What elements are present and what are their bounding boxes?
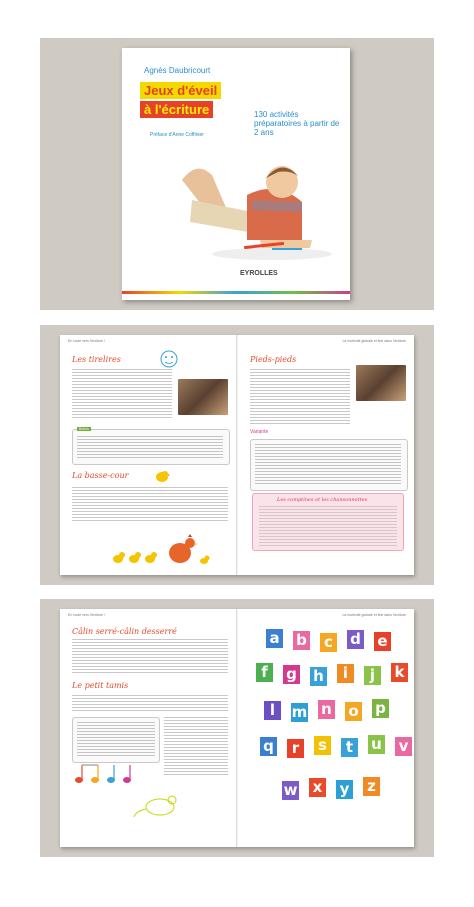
music-notes-illustration (75, 764, 131, 783)
spread2-right-page: La motricité globale et fine dans l'écri… (238, 609, 414, 847)
letter-t: t (341, 738, 358, 757)
letter-f: f (256, 663, 273, 682)
spread1-header-right: La motricité globale et fine dans l'écri… (342, 339, 406, 343)
cover-subtitle: 130 activités préparatoires à partir de … (254, 110, 340, 137)
letter-i: i (337, 664, 354, 683)
spread1-right-caption: Variante (250, 429, 269, 435)
spread1-left-text-1 (72, 369, 172, 419)
spread1-left-page: En route vers l'écriture ! Les tirelires… (60, 335, 236, 575)
letter-c: c (320, 633, 337, 652)
book-cover: Agnès Daubricourt Jeux d'éveil à l'écrit… (122, 48, 350, 300)
tirelire-photo (178, 379, 228, 415)
letter-l: l (264, 701, 281, 720)
spread2-left-title2: Le petit tamis (72, 681, 129, 690)
letter-e: e (374, 632, 391, 651)
letter-x: x (309, 778, 326, 797)
spread2-song-text (77, 722, 155, 758)
cover-pencil-strip (122, 291, 350, 294)
cover-author: Agnès Daubricourt (144, 66, 211, 75)
cover-title-line2: à l'écriture (140, 101, 214, 118)
spread2-header-left: En route vers l'écriture ! (68, 613, 105, 617)
letter-q: q (260, 737, 277, 756)
spread2-header-right: La motricité globale et fine dans l'écri… (342, 613, 406, 617)
letter-u: u (368, 735, 385, 754)
letter-h: h (310, 667, 327, 686)
comptines-title: Les comptines et les chansonnettes (277, 497, 368, 503)
letter-p: p (372, 699, 389, 718)
comptines-box: Les comptines et les chansonnettes (252, 493, 404, 551)
spread1-left-title2: La basse-cour (72, 471, 129, 480)
hens-and-chicks-illustration (113, 534, 210, 564)
piggy-doodle-icon (160, 350, 178, 368)
spread2-left-text-2 (72, 695, 228, 713)
spread-panel-1: En route vers l'écriture ! Les tirelires… (40, 325, 434, 585)
spread-panel-2: En route vers l'écriture ! Câlin serré-c… (40, 599, 434, 857)
pieds-photo (356, 365, 406, 401)
book-spread-2: En route vers l'écriture ! Câlin serré-c… (60, 609, 414, 847)
bonus-text (77, 436, 223, 460)
bonus-box: Bonus (72, 427, 230, 465)
letter-k: k (391, 663, 408, 682)
spread1-right-text-1 (250, 369, 350, 425)
boy-illustration (182, 166, 332, 260)
letter-y: y (336, 780, 353, 799)
mouse-doodle-icon (133, 795, 177, 818)
spread1-right-box-text (255, 444, 401, 486)
spread1-header-left: En route vers l'écriture ! (68, 339, 105, 343)
spread2-left-title: Câlin serré-câlin desserré (72, 627, 177, 636)
spread1-left-text-2 (72, 487, 228, 521)
letter-b: b (293, 631, 310, 650)
letter-n: n (318, 700, 335, 719)
letter-s: s (314, 736, 331, 755)
cover-panel: Agnès Daubricourt Jeux d'éveil à l'écrit… (40, 38, 434, 310)
spread2-left-text-1 (72, 639, 228, 675)
cover-preface: Préface d'Anne Coffinier (150, 132, 204, 138)
letter-d: d (347, 630, 364, 649)
spread2-song-box (72, 717, 160, 763)
bonus-tag: Bonus (77, 427, 91, 431)
spread1-right-title: Pieds-pieds (250, 355, 297, 364)
letter-j: j (364, 666, 381, 685)
cover-publisher: EYROLLES (240, 270, 278, 277)
letter-a: a (266, 629, 283, 648)
cover-title-line1: Jeux d'éveil (140, 82, 222, 99)
spread2-left-text-3 (164, 717, 228, 777)
letter-w: w (282, 781, 299, 800)
book-spread-1: En route vers l'écriture ! Les tirelires… (60, 335, 414, 575)
letter-o: o (345, 702, 362, 721)
letter-v: v (395, 737, 412, 756)
spread1-right-page: La motricité globale et fine dans l'écri… (238, 335, 414, 575)
letter-g: g (283, 665, 300, 684)
letter-r: r (287, 739, 304, 758)
letter-z: z (363, 777, 380, 796)
cover-title: Jeux d'éveil à l'écriture (140, 82, 222, 119)
comptines-text (259, 506, 397, 546)
spread2-left-page: En route vers l'écriture ! Câlin serré-c… (60, 609, 236, 847)
letter-m: m (291, 703, 308, 722)
spread1-left-title: Les tirelires (72, 355, 121, 364)
chick-icon (156, 471, 170, 482)
spread1-right-box (250, 439, 408, 491)
